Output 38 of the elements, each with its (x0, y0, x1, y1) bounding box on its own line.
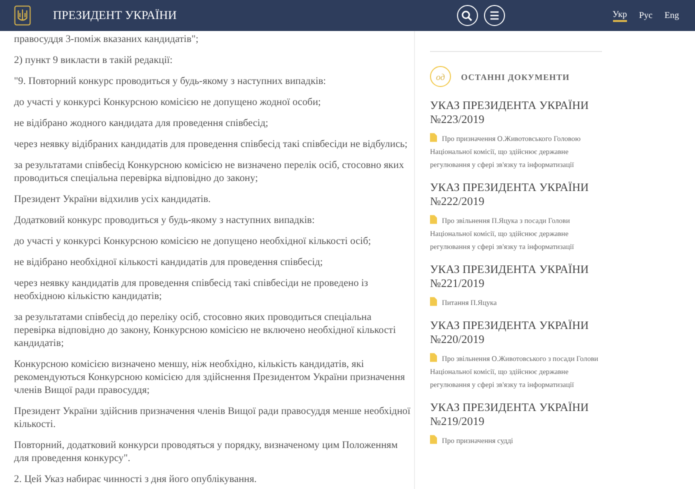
menu-button[interactable] (484, 5, 505, 26)
article-paragraph: через неявку кандидатів для проведення співбесід такі співбесіди не проведено із необхідною кількістю кандидатів; (14, 277, 370, 303)
article-paragraph: Додатковий конкурс проводиться у будь-якому з наступних випадків: (14, 214, 316, 227)
language-link[interactable]: Eng (664, 10, 679, 21)
document-title-link[interactable]: УКАЗ ПРЕЗИДЕНТА УКРАЇНИ №220/2019 (430, 319, 605, 347)
article-paragraph: 2. Цей Указ набирає чинності з дня його опублікування. (14, 473, 258, 486)
article-paragraph: Повторний, додатковий конкурси проводяться у порядку, визначеному цим Положенням для проведення конкурсу". (14, 439, 399, 465)
article-paragraph: за результатами співбесід до переліку осіб, стосовно яких проводиться спеціальна перевірка відповідно до закону, Конкурсною комісією не включено необхідної кількості кандидатів; (14, 311, 397, 350)
article-paragraph: Президент України відхилив усіх кандидатів. (14, 193, 212, 206)
article-paragraph: Президент України здійснив призначення членів Вищої ради правосуддя менше необхідної кількості. (14, 405, 412, 431)
article-paragraph: не відібрано необхідної кількості кандидатів для проведення співбесід; (14, 256, 324, 269)
document-title-link[interactable]: УКАЗ ПРЕЗИДЕНТА УКРАЇНИ №219/2019 (430, 401, 605, 429)
document-title-link[interactable]: УКАЗ ПРЕЗИДЕНТА УКРАЇНИ №221/2019 (430, 263, 605, 291)
document-title-link[interactable]: УКАЗ ПРЕЗИДЕНТА УКРАЇНИ №223/2019 (430, 99, 605, 127)
article-paragraph: через неявку відібраних кандидатів для проведення співбесід такі співбесіди не відбулись; (14, 138, 408, 151)
article-paragraph: за результатами співбесід Конкурсною комісією не визначено перелік осіб, стосовно яких проводиться спеціальна перевірка відповідно до закону; (14, 159, 405, 185)
site-title[interactable]: ПРЕЗИДЕНТ УКРАЇНИ (53, 8, 177, 23)
language-link[interactable]: Укр (612, 9, 627, 22)
article-paragraph: правосуддя 3-поміж вказаних кандидатів"; (14, 33, 200, 46)
language-link[interactable]: Рус (639, 10, 652, 21)
article-paragraph: "9. Повторний конкурс проводиться у будь-якому з наступних випадків: (14, 75, 327, 88)
search-icon (461, 10, 474, 22)
article-paragraph: Конкурсною комісією визначено меншу, ніж необхідно, кількість кандидатів, які рекомендуються Конкурсною комісією для здійснення Президентом України призначення членів Вищої ради правосуддя; (14, 358, 406, 397)
document-icon (430, 133, 437, 142)
document-icon (430, 435, 437, 444)
article-paragraph: до участі у конкурсі Конкурсною комісією не допущено необхідної кількості осіб; (14, 235, 372, 248)
document-icon (430, 215, 437, 224)
trident-emblem-icon[interactable] (14, 5, 31, 26)
document-icon (430, 297, 437, 306)
sidebar-heading: ОСТАННІ ДОКУМЕНТИ (461, 72, 570, 82)
menu-icon (488, 10, 500, 21)
article-paragraph: 2) пункт 9 викласти в такій редакції: (14, 54, 174, 67)
article-paragraph: до участі у конкурсі Конкурсною комісією не допущено жодної особи; (14, 96, 322, 109)
documents-icon: од (430, 66, 451, 87)
search-button[interactable] (456, 5, 478, 26)
document-icon (430, 353, 437, 362)
article-paragraph: не відібрано жодного кандидата для проведення співбесід; (14, 117, 270, 130)
document-title-link[interactable]: УКАЗ ПРЕЗИДЕНТА УКРАЇНИ №222/2019 (430, 181, 605, 209)
